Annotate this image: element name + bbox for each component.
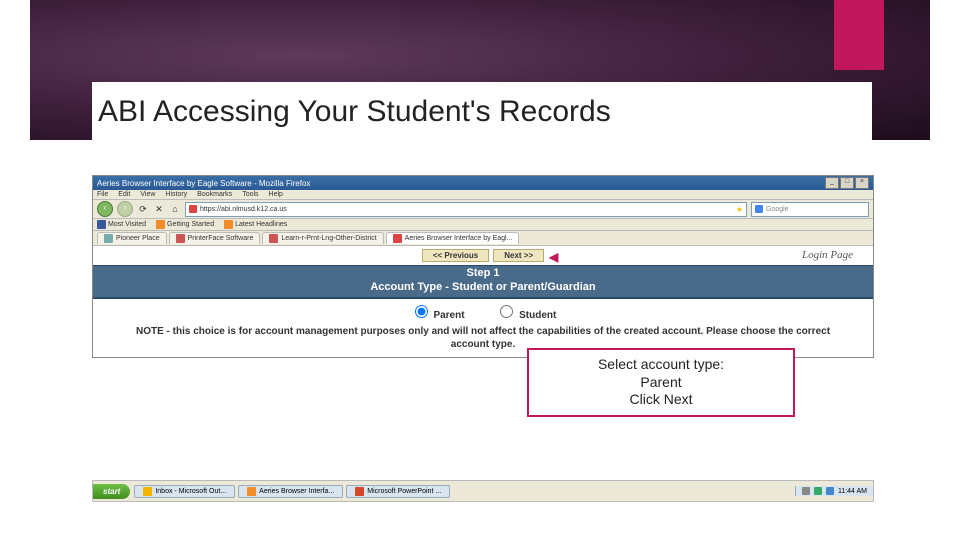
accent-tab — [834, 0, 884, 70]
bookmarks-bar: Most Visited Getting Started Latest Head… — [93, 219, 873, 231]
page-icon — [156, 220, 165, 229]
callout-line-2: Parent — [533, 374, 789, 392]
system-tray: 11:44 AM — [795, 486, 873, 496]
tab-3[interactable]: Learn-r-Prnt-Lng-Other-District — [262, 232, 383, 244]
favicon-icon — [189, 205, 197, 213]
app-icon — [247, 487, 256, 496]
tab-1[interactable]: Pioneer Place — [97, 232, 167, 244]
back-icon[interactable]: ‹ — [97, 201, 113, 217]
app-icon — [143, 487, 152, 496]
tab-icon — [269, 234, 278, 243]
callout-line-1: Select account type: — [533, 356, 789, 374]
tab-icon — [176, 234, 185, 243]
windows-taskbar: start Inbox - Microsoft Out... Aeries Br… — [92, 480, 874, 502]
menu-tools[interactable]: Tools — [242, 191, 258, 198]
pager-row: << Previous Next >> ◀ Login Page — [93, 246, 873, 265]
browser-screenshot: Aeries Browser Interface by Eagle Softwa… — [92, 175, 874, 358]
radio-student[interactable]: Student — [495, 310, 556, 321]
tab-2[interactable]: PrinterFace Software — [169, 232, 261, 244]
tab-icon — [393, 234, 402, 243]
tab-4-active[interactable]: Aeries Browser Interface by Eagl... — [386, 232, 520, 244]
stop-icon[interactable]: ✕ — [153, 203, 165, 215]
bookmark-most-visited[interactable]: Most Visited — [97, 220, 146, 229]
menu-help[interactable]: Help — [269, 191, 283, 198]
bookmark-star-icon[interactable]: ★ — [736, 203, 743, 216]
maximize-icon[interactable]: □ — [840, 177, 854, 189]
start-button[interactable]: start — [93, 484, 130, 499]
folder-icon — [97, 220, 106, 229]
rss-icon — [224, 220, 233, 229]
tray-icon[interactable] — [826, 487, 834, 495]
menu-bookmarks[interactable]: Bookmarks — [197, 191, 232, 198]
search-box[interactable]: Google — [751, 202, 869, 217]
forward-icon[interactable]: › — [117, 201, 133, 217]
bookmark-getting-started[interactable]: Getting Started — [156, 220, 214, 229]
close-icon[interactable]: × — [855, 177, 869, 189]
window-buttons: _ □ × — [825, 177, 869, 189]
menubar: File Edit View History Bookmarks Tools H… — [93, 190, 873, 200]
login-page-label: Login Page — [802, 249, 853, 261]
taskbar-item-outlook[interactable]: Inbox - Microsoft Out... — [134, 485, 235, 498]
tray-icon[interactable] — [814, 487, 822, 495]
step-heading: Step 1 — [93, 265, 873, 280]
address-text: https://abi.nlmusd.k12.ca.us — [200, 203, 287, 216]
radio-parent-input[interactable] — [415, 305, 428, 318]
menu-view[interactable]: View — [140, 191, 155, 198]
menu-edit[interactable]: Edit — [118, 191, 130, 198]
reload-icon[interactable]: ⟳ — [137, 203, 149, 215]
radio-parent[interactable]: Parent — [410, 310, 465, 321]
tabs-bar: Pioneer Place PrinterFace Software Learn… — [93, 231, 873, 246]
address-bar[interactable]: https://abi.nlmusd.k12.ca.us ★ — [185, 202, 747, 217]
instruction-callout: Select account type: Parent Click Next — [527, 348, 795, 417]
previous-button[interactable]: << Previous — [422, 249, 489, 262]
app-icon — [355, 487, 364, 496]
account-type-radios: Parent Student — [93, 299, 873, 324]
clock: 11:44 AM — [838, 488, 867, 495]
tray-icon[interactable] — [802, 487, 810, 495]
search-engine-label: Google — [766, 203, 789, 216]
bookmark-latest-headlines[interactable]: Latest Headlines — [224, 220, 287, 229]
taskbar-item-browser[interactable]: Aeries Browser Interfa... — [238, 485, 343, 498]
nav-toolbar: ‹ › ⟳ ✕ ⌂ https://abi.nlmusd.k12.ca.us ★… — [93, 200, 873, 219]
next-button[interactable]: Next >> — [493, 249, 544, 262]
tab-icon — [104, 234, 113, 243]
radio-student-input[interactable] — [500, 305, 513, 318]
page-content: << Previous Next >> ◀ Login Page Step 1 … — [93, 246, 873, 357]
home-icon[interactable]: ⌂ — [169, 203, 181, 215]
search-engine-icon — [755, 205, 763, 213]
menu-history[interactable]: History — [165, 191, 187, 198]
step-subtitle: Account Type - Student or Parent/Guardia… — [93, 280, 873, 299]
callout-arrow-icon: ◀ — [549, 250, 558, 264]
slide: ABI Accessing Your Student's Records Aer… — [0, 0, 960, 540]
menu-file[interactable]: File — [97, 191, 108, 198]
taskbar-item-powerpoint[interactable]: Microsoft PowerPoint ... — [346, 485, 450, 498]
window-titlebar: Aeries Browser Interface by Eagle Softwa… — [93, 176, 873, 190]
slide-title: ABI Accessing Your Student's Records — [92, 82, 872, 142]
callout-line-3: Click Next — [533, 391, 789, 409]
minimize-icon[interactable]: _ — [825, 177, 839, 189]
window-title: Aeries Browser Interface by Eagle Softwa… — [97, 179, 310, 188]
